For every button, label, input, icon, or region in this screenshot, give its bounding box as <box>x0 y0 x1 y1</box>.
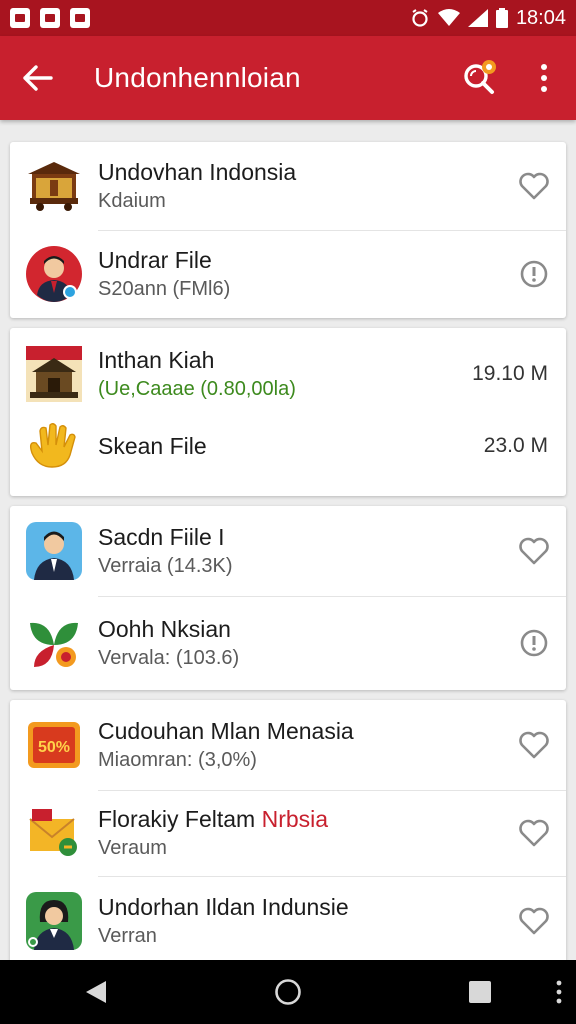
nav-menu-button[interactable] <box>556 960 562 1024</box>
list-item[interactable]: Undorhan Ildan Indunsie Verran <box>10 876 566 966</box>
item-title: Florakiy Feltam Nrbsia <box>98 806 329 832</box>
avatar-man-icon <box>26 246 82 302</box>
item-subtitle: Veraum <box>98 837 167 859</box>
item-title: Undovhan Indonsia <box>98 159 297 185</box>
favorite-button[interactable] <box>502 172 566 200</box>
item-title: Inthan Kiah <box>98 347 215 373</box>
envelope-icon <box>29 809 77 856</box>
file-card: Undovhan Indonsia Kdaium Undrar File S20… <box>10 142 566 318</box>
favorite-button[interactable] <box>502 819 566 847</box>
mail-notification-icon <box>70 8 90 28</box>
nav-recents-button[interactable] <box>440 960 520 1024</box>
status-time: 18:04 <box>515 6 566 29</box>
leaf-badge-icon <box>30 622 78 667</box>
more-options-button[interactable] <box>512 36 576 120</box>
discount-badge-icon: 50% <box>28 722 80 768</box>
info-icon <box>520 260 548 288</box>
heart-icon <box>519 537 549 565</box>
file-card: Sacdn Fiile I Verraia (14.3K) Oohh Nksia… <box>10 506 566 690</box>
list-item[interactable]: Skean File 23.0 M <box>10 416 566 476</box>
favorite-button[interactable] <box>502 907 566 935</box>
alarm-icon <box>412 9 428 27</box>
triangle-back-icon <box>86 981 106 1003</box>
list-item[interactable]: Oohh Nksian Vervala: (103.6) <box>10 596 566 690</box>
system-nav-bar <box>0 960 576 1024</box>
item-subtitle: Kdaium <box>98 190 166 212</box>
nav-home-button[interactable] <box>248 960 328 1024</box>
list-item[interactable]: Inthan Kiah (Ue,Caaae (0.80,00la) 19.10 … <box>10 328 566 420</box>
list-item[interactable]: Undrar File S20ann (FMl6) <box>10 230 566 318</box>
discount-badge-text: 50% <box>38 739 70 756</box>
more-vert-icon <box>541 64 547 92</box>
avatar-man-icon <box>26 522 82 580</box>
camera-notification-icon <box>40 8 60 28</box>
item-title: Sacdn Fiile I <box>98 524 225 550</box>
gate-building-icon <box>28 162 80 211</box>
wifi-icon <box>437 9 460 26</box>
favorite-button[interactable] <box>502 537 566 565</box>
search-icon <box>464 60 496 94</box>
app-title: Undonhennloian <box>94 62 301 93</box>
notification-icons <box>10 8 90 28</box>
list-item[interactable]: Sacdn Fiile I Verraia (14.3K) <box>10 506 566 596</box>
hand-icon <box>29 423 76 468</box>
more-vert-icon <box>556 980 562 1004</box>
file-card: 50% Cudouhan Mlan Menasia Miaomran: (3,0… <box>10 700 566 966</box>
item-title: Cudouhan Mlan Menasia <box>98 718 354 744</box>
item-subtitle: (Ue,Caaae (0.80,00la) <box>98 378 296 400</box>
list-item[interactable]: Undovhan Indonsia Kdaium <box>10 142 566 230</box>
favorite-button[interactable] <box>502 731 566 759</box>
item-title: Skean File <box>98 433 207 459</box>
file-card: Inthan Kiah (Ue,Caaae (0.80,00la) 19.10 … <box>10 328 566 496</box>
item-subtitle: Verran <box>98 925 157 947</box>
back-button[interactable] <box>0 36 76 120</box>
app-bar: Undonhennloian <box>0 36 576 120</box>
battery-icon <box>495 8 508 28</box>
item-title: Undorhan Ildan Indunsie <box>98 894 349 920</box>
info-button[interactable] <box>502 628 566 658</box>
signal-icon <box>467 9 488 27</box>
square-recents-icon <box>469 981 491 1003</box>
item-title: Undrar File <box>98 247 212 273</box>
list-item[interactable]: Florakiy Feltam Nrbsia Veraum <box>10 790 566 876</box>
file-size: 19.10 M <box>472 362 548 385</box>
heart-icon <box>519 731 549 759</box>
nav-back-button[interactable] <box>56 960 136 1024</box>
item-subtitle: Verraia (14.3K) <box>98 555 233 577</box>
heart-icon <box>519 172 549 200</box>
info-button[interactable] <box>502 259 566 289</box>
file-list: Undovhan Indonsia Kdaium Undrar File S20… <box>10 140 566 966</box>
circle-home-icon <box>275 979 301 1005</box>
item-subtitle: S20ann (FMl6) <box>98 278 231 300</box>
temple-icon <box>26 346 82 402</box>
list-item[interactable]: 50% Cudouhan Mlan Menasia Miaomran: (3,0… <box>10 700 566 790</box>
search-button[interactable] <box>448 36 512 120</box>
item-subtitle: Vervala: (103.6) <box>98 647 240 669</box>
heart-icon <box>519 819 549 847</box>
avatar-woman-icon <box>26 892 82 950</box>
info-icon <box>520 629 548 657</box>
file-size: 23.0 M <box>483 434 548 457</box>
status-bar: 18:04 <box>0 0 576 36</box>
heart-icon <box>519 907 549 935</box>
photo-notification-icon <box>10 8 30 28</box>
arrow-back-icon <box>23 65 53 91</box>
item-title: Oohh Nksian <box>98 616 231 642</box>
item-subtitle: Miaomran: (3,0%) <box>98 749 257 771</box>
